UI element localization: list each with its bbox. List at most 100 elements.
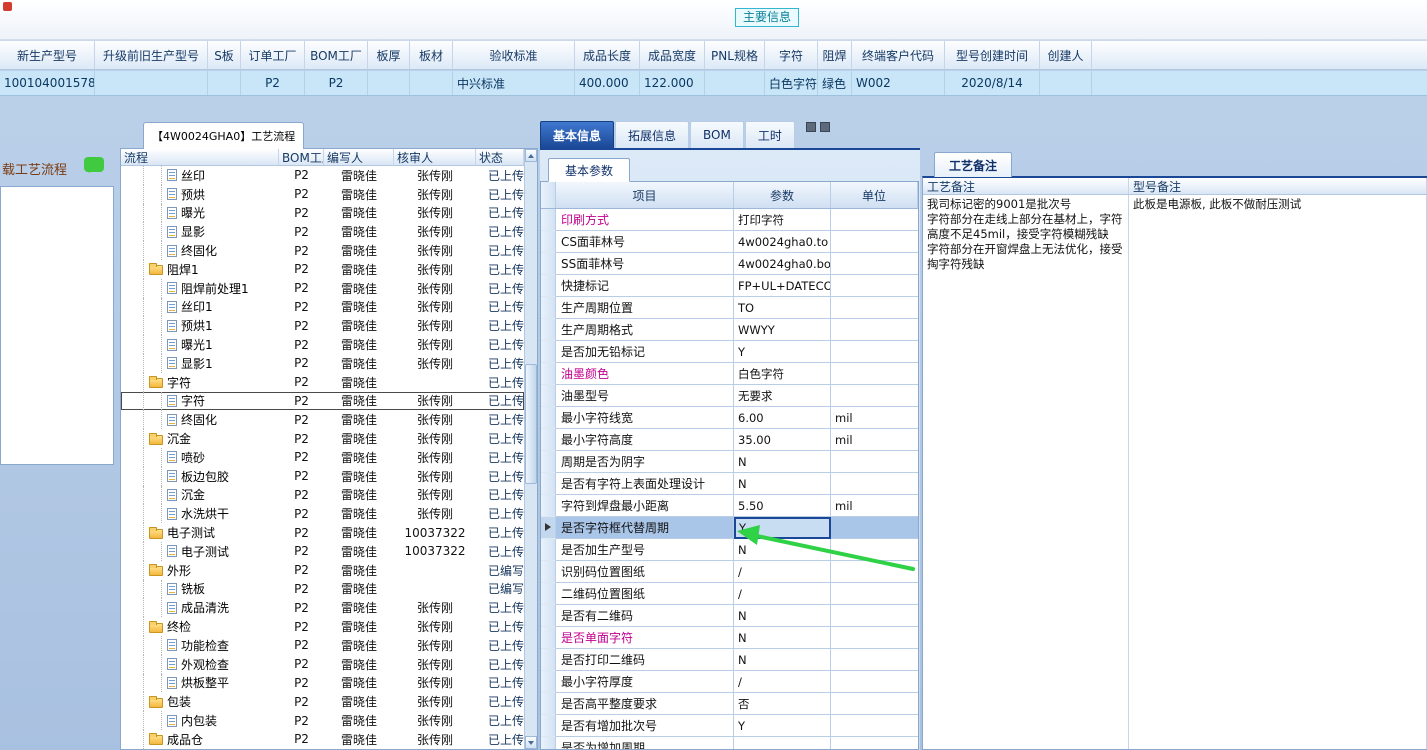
- summary-col-header[interactable]: 终端客户代码: [852, 41, 945, 69]
- tree-row[interactable]: 电子测试 P2 雷晓佳 10037322 已上传: [121, 523, 524, 542]
- param-value[interactable]: /: [734, 561, 831, 583]
- col-bom-factory[interactable]: BOM工厂: [279, 149, 324, 165]
- param-row[interactable]: 最小字符厚度 /: [541, 671, 918, 693]
- param-row[interactable]: 是否单面字符 N: [541, 627, 918, 649]
- tree-row[interactable]: 丝印 P2 雷晓佳 张传刚 已上传: [121, 166, 524, 185]
- param-row[interactable]: 是否有二维码 N: [541, 605, 918, 627]
- col-writer[interactable]: 编写人: [324, 149, 394, 165]
- tree-row[interactable]: 内包装 P2 雷晓佳 张传刚 已上传: [121, 711, 524, 730]
- tree-row[interactable]: 预烘 P2 雷晓佳 张传刚 已上传: [121, 184, 524, 204]
- scroll-down-button[interactable]: [525, 736, 537, 749]
- process-flow-tab[interactable]: 【4W0024GHA0】工艺流程: [143, 122, 305, 149]
- param-row[interactable]: 印刷方式 打印字符: [541, 209, 918, 231]
- param-col-header[interactable]: 参数: [734, 182, 831, 208]
- param-value[interactable]: N: [734, 605, 831, 627]
- tree-row[interactable]: 终固化 P2 雷晓佳 张传刚 已上传: [121, 241, 524, 260]
- param-row[interactable]: 二维码位置图纸 /: [541, 583, 918, 605]
- param-value[interactable]: N: [734, 539, 831, 561]
- param-row[interactable]: 是否加无铅标记 Y: [541, 341, 918, 363]
- summary-col-header[interactable]: 成品长度: [575, 41, 640, 69]
- summary-col-header[interactable]: 验收标准: [453, 41, 575, 69]
- tab-bom[interactable]: BOM: [690, 121, 744, 148]
- tree-row[interactable]: 字符 P2 雷晓佳 张传刚 已上传: [121, 391, 524, 411]
- model-note-col-header[interactable]: 型号备注: [1129, 178, 1427, 194]
- param-value[interactable]: 5.50: [734, 495, 831, 517]
- param-row[interactable]: 快捷标记FP+UL+DATECODE: [541, 275, 918, 297]
- param-value[interactable]: WWYY: [734, 319, 831, 341]
- param-col-header[interactable]: 项目: [556, 182, 734, 208]
- param-value[interactable]: 白色字符: [734, 363, 831, 385]
- param-row[interactable]: 是否字符框代替周期 Y: [541, 517, 918, 539]
- param-value[interactable]: 否: [734, 693, 831, 715]
- tree-row[interactable]: 外观检查 P2 雷晓佳 张传刚 已上传: [121, 654, 524, 674]
- param-value[interactable]: Y: [734, 517, 831, 539]
- model-note-cell[interactable]: 此板是电源板, 此板不做耐压测试: [1129, 195, 1427, 749]
- tree-row[interactable]: 外形 P2 雷晓佳 已编写: [121, 560, 524, 580]
- dock-button[interactable]: [806, 122, 816, 132]
- tree-row[interactable]: 阻焊1 P2 雷晓佳 张传刚 已上传: [121, 259, 524, 279]
- summary-col-header[interactable]: 字符: [765, 41, 818, 69]
- param-value[interactable]: 35.00: [734, 429, 831, 451]
- tree-row[interactable]: 成品清洗 P2 雷晓佳 张传刚 已上传: [121, 598, 524, 618]
- summary-col-header[interactable]: PNL规格: [705, 41, 765, 69]
- param-value[interactable]: N: [734, 473, 831, 495]
- summary-col-header[interactable]: 阻焊: [818, 41, 852, 69]
- summary-col-header[interactable]: 板材: [410, 41, 453, 69]
- param-value[interactable]: /: [734, 583, 831, 605]
- tree-row[interactable]: 铣板 P2 雷晓佳 已编写: [121, 579, 524, 599]
- summary-col-header[interactable]: 板厚: [368, 41, 410, 69]
- process-note-col-header[interactable]: 工艺备注: [923, 178, 1129, 194]
- process-note-cell[interactable]: 我司标记密的9001是批次号 字符部分在走线上部分在基材上，字符高度不足45mi…: [923, 195, 1129, 749]
- param-value[interactable]: 打印字符: [734, 209, 831, 231]
- tree-row[interactable]: 显影1 P2 雷晓佳 张传刚 已上传: [121, 353, 524, 373]
- tree-row[interactable]: 烘板整平 P2 雷晓佳 张传刚 已上传: [121, 673, 524, 693]
- speech-bubble-icon[interactable]: [84, 157, 104, 173]
- param-value[interactable]: TO: [734, 297, 831, 319]
- tree-row[interactable]: 喷砂 P2 雷晓佳 张传刚 已上传: [121, 447, 524, 467]
- param-row[interactable]: 生产周期格式 WWYY: [541, 319, 918, 341]
- param-value[interactable]: N: [734, 649, 831, 671]
- tab-workhours[interactable]: 工时: [744, 121, 795, 148]
- summary-data-row[interactable]: 10010400157820 P2P2 中兴标准400.000122.000 白色字符…: [0, 71, 1427, 96]
- param-row[interactable]: 生产周期位置 TO: [541, 297, 918, 319]
- param-row[interactable]: 是否有字符上表面处理设计 N: [541, 473, 918, 495]
- process-notes-tab[interactable]: 工艺备注: [934, 152, 1013, 177]
- summary-col-header[interactable]: 成品宽度: [640, 41, 705, 69]
- param-row[interactable]: 是否为增加周期: [541, 737, 918, 749]
- dock-button[interactable]: [820, 122, 830, 132]
- param-row[interactable]: 油墨颜色 白色字符: [541, 363, 918, 385]
- summary-col-header[interactable]: 新生产型号: [0, 41, 95, 69]
- tree-row[interactable]: 包装 P2 雷晓佳 张传刚 已上传: [121, 692, 524, 712]
- summary-col-header[interactable]: BOM工厂: [305, 41, 368, 69]
- param-value[interactable]: Y: [734, 341, 831, 363]
- tree-row[interactable]: 功能检查 P2 雷晓佳 张传刚 已上传: [121, 635, 524, 655]
- tree-row[interactable]: 字符 P2 雷晓佳 已上传: [121, 372, 524, 392]
- summary-col-header[interactable]: 订单工厂: [241, 41, 305, 69]
- summary-col-header[interactable]: 型号创建时间: [945, 41, 1040, 69]
- param-row[interactable]: 是否打印二维码 N: [541, 649, 918, 671]
- scrollbar-thumb[interactable]: [525, 364, 537, 484]
- summary-col-header[interactable]: 创建人: [1040, 41, 1092, 69]
- param-value[interactable]: 6.00: [734, 407, 831, 429]
- param-value[interactable]: 无要求: [734, 385, 831, 407]
- param-value[interactable]: /: [734, 671, 831, 693]
- tree-row[interactable]: 曝光 P2 雷晓佳 张传刚 已上传: [121, 203, 524, 223]
- param-value[interactable]: [734, 737, 831, 749]
- param-value[interactable]: FP+UL+DATECODE: [734, 275, 831, 297]
- tree-row[interactable]: 终检 P2 雷晓佳 张传刚 已上传: [121, 617, 524, 636]
- tree-row[interactable]: 水洗烘干 P2 雷晓佳 张传刚 已上传: [121, 504, 524, 524]
- param-row[interactable]: 周期是否为阴字 N: [541, 451, 918, 473]
- col-process[interactable]: 流程: [121, 149, 279, 165]
- param-row[interactable]: 是否高平整度要求否: [541, 693, 918, 715]
- summary-col-header[interactable]: S板: [208, 41, 241, 69]
- scroll-up-button[interactable]: [525, 149, 537, 162]
- param-row[interactable]: 最小字符线宽 6.00 mil: [541, 407, 918, 429]
- param-row[interactable]: 识别码位置图纸 /: [541, 561, 918, 583]
- tree-row[interactable]: 终固化 P2 雷晓佳 张传刚 已上传: [121, 410, 524, 430]
- summary-col-header[interactable]: 升级前旧生产型号: [95, 41, 208, 69]
- tree-row[interactable]: 曝光1 P2 雷晓佳 张传刚 已上传: [121, 335, 524, 354]
- tree-row[interactable]: 沉金 P2 雷晓佳 张传刚 已上传: [121, 485, 524, 505]
- param-row[interactable]: CS面菲林号 4w0024gha0.to: [541, 231, 918, 253]
- param-col-header[interactable]: 单位: [831, 182, 918, 208]
- param-value[interactable]: 4w0024gha0.to: [734, 231, 831, 253]
